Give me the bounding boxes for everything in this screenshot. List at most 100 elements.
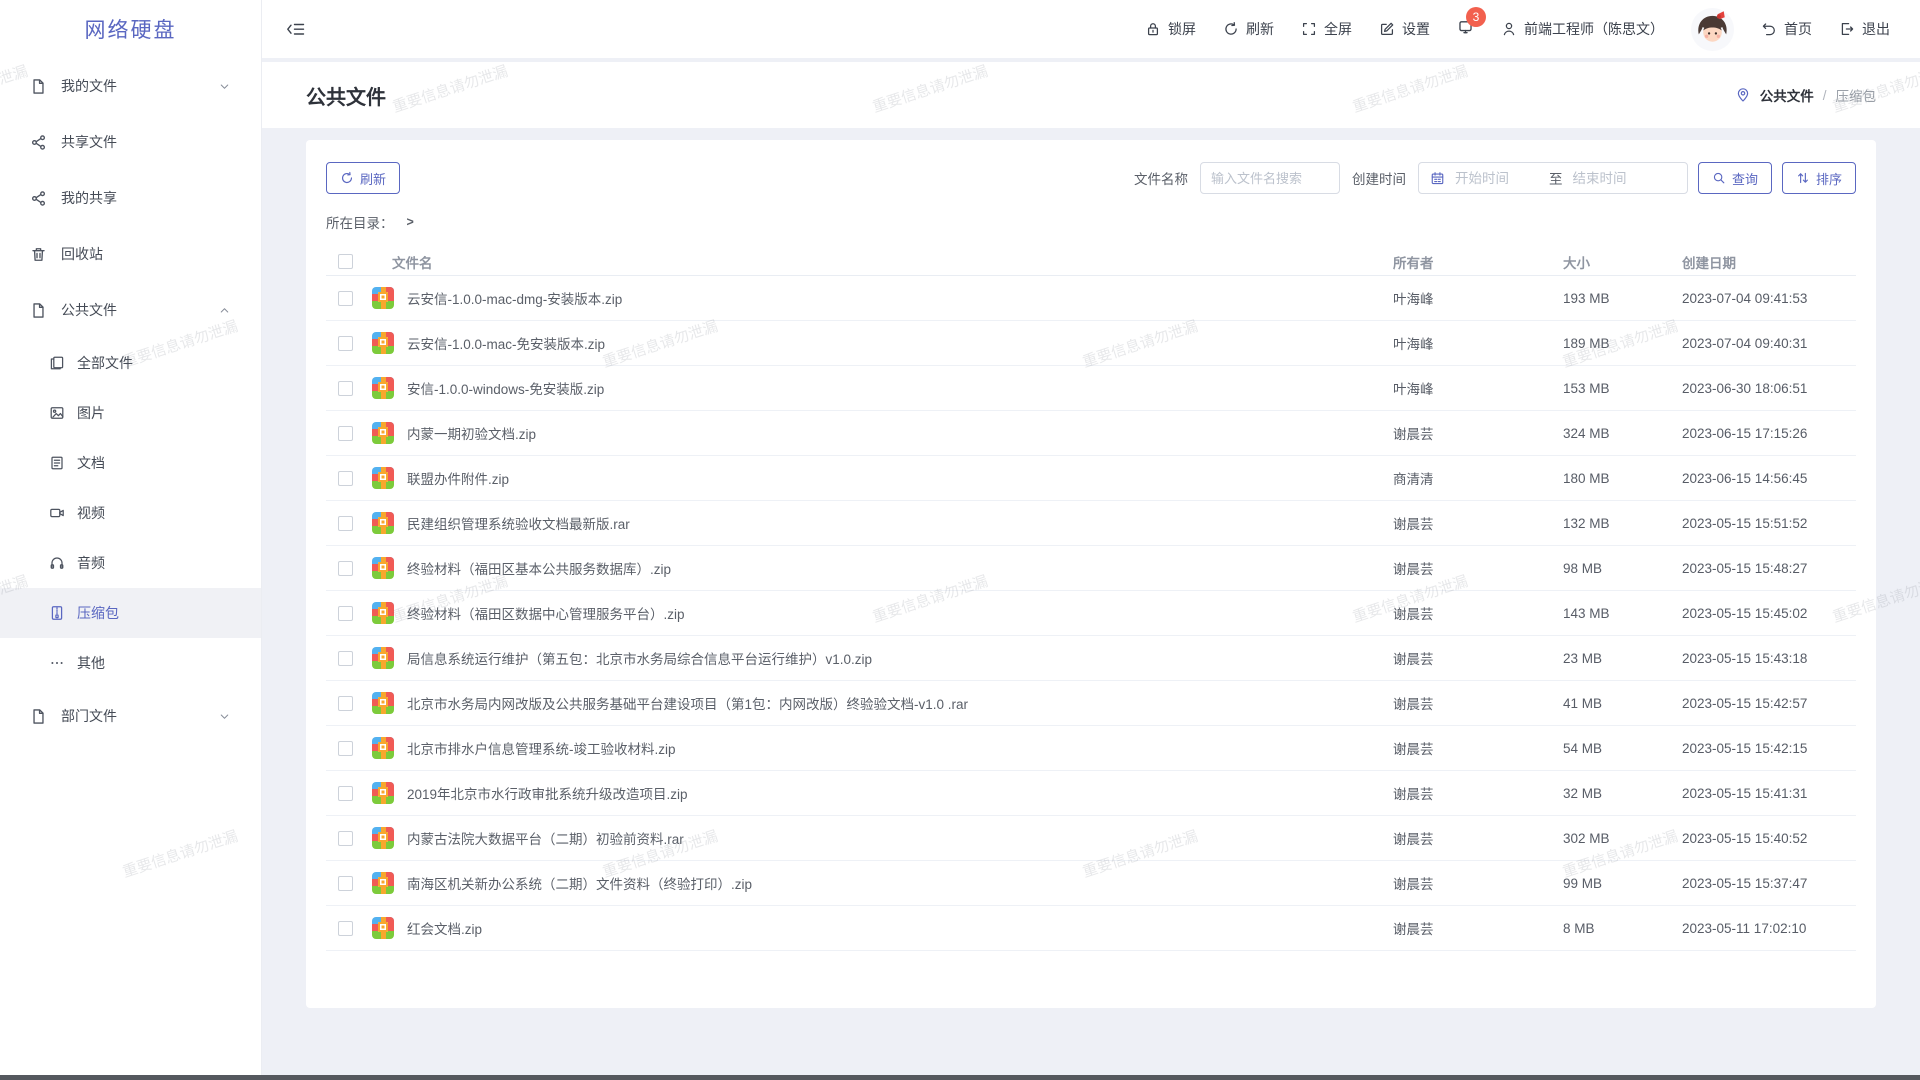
table-row[interactable]: 终验材料（福田区基本公共服务数据库）.zip谢晨芸98 MB2023-05-15… (326, 546, 1856, 591)
table-row[interactable]: 内蒙一期初验文档.zip谢晨芸324 MB2023-06-15 17:15:26 (326, 411, 1856, 456)
file-name-cell: 南海区机关新办公系统（二期）文件资料（终验打印）.zip (372, 872, 1393, 894)
current-directory: 所在目录： > (326, 212, 1856, 232)
file-owner: 叶海峰 (1393, 333, 1563, 353)
table-row[interactable]: 内蒙古法院大数据平台（二期）初验前资料.rar谢晨芸302 MB2023-05-… (326, 816, 1856, 861)
file-name-cell: 云安信-1.0.0-mac-dmg-安装版本.zip (372, 287, 1393, 309)
app-logo: 网络硬盘 (0, 0, 261, 58)
zip-file-icon (372, 467, 394, 489)
sidebar-item-others[interactable]: 其他 (0, 638, 261, 688)
notifications-button[interactable]: 3 (1457, 18, 1474, 40)
file-created-date: 2023-07-04 09:40:31 (1682, 336, 1856, 351)
row-checkbox[interactable] (338, 561, 353, 576)
query-button[interactable]: 查询 (1698, 162, 1772, 194)
fullscreen-icon (1301, 21, 1317, 37)
sidebar-item-public-files[interactable]: 公共文件 (0, 282, 261, 338)
row-checkbox[interactable] (338, 336, 353, 351)
select-all-checkbox[interactable] (338, 254, 353, 269)
sidebar-item-audio[interactable]: 音频 (0, 538, 261, 588)
sidebar-nav: 我的文件共享文件我的共享回收站公共文件全部文件图片文档视频音频压缩包其他部门文件 (0, 58, 261, 744)
doc-icon (30, 708, 47, 725)
row-checkbox[interactable] (338, 696, 353, 711)
start-date-input[interactable] (1453, 171, 1541, 186)
sidebar-item-department-files[interactable]: 部门文件 (0, 688, 261, 744)
zip-file-icon (372, 377, 394, 399)
file-size: 180 MB (1563, 471, 1682, 486)
sidebar-item-my-files[interactable]: 我的文件 (0, 58, 261, 114)
file-owner: 商清清 (1393, 468, 1563, 488)
file-toolbar: 刷新 文件名称 创建时间 至 (326, 162, 1856, 194)
sidebar-item-shared-files[interactable]: 共享文件 (0, 114, 261, 170)
row-checkbox[interactable] (338, 651, 353, 666)
sidebar-item-archives[interactable]: 压缩包 (0, 588, 261, 638)
sidebar-item-all-files[interactable]: 全部文件 (0, 338, 261, 388)
table-row[interactable]: 局信息系统运行维护（第五包：北京市水务局综合信息平台运行维护）v1.0.zip谢… (326, 636, 1856, 681)
sidebar-item-videos[interactable]: 视频 (0, 488, 261, 538)
settings-button[interactable]: 设置 (1379, 19, 1430, 39)
row-checkbox[interactable] (338, 426, 353, 441)
sidebar-item-images[interactable]: 图片 (0, 388, 261, 438)
row-checkbox[interactable] (338, 786, 353, 801)
sidebar-item-label: 文档 (77, 453, 105, 473)
chevron-up-icon (218, 304, 231, 317)
sort-button-label: 排序 (1816, 169, 1842, 188)
collapse-sidebar-icon[interactable] (285, 21, 306, 38)
filter-group: 文件名称 创建时间 至 (1132, 162, 1856, 194)
file-name: 红会文档.zip (407, 918, 482, 938)
table-row[interactable]: 云安信-1.0.0-mac-免安装版本.zip叶海峰189 MB2023-07-… (326, 321, 1856, 366)
refresh-button[interactable]: 刷新 (1223, 19, 1274, 39)
column-created: 创建日期 (1682, 252, 1856, 272)
file-size: 23 MB (1563, 651, 1682, 666)
table-row[interactable]: 民建组织管理系统验收文档最新版.rar谢晨芸132 MB2023-05-15 1… (326, 501, 1856, 546)
search-icon (1712, 171, 1726, 185)
table-row[interactable]: 北京市水务局内网改版及公共服务基础平台建设项目（第1包：内网改版）终验验文档-v… (326, 681, 1856, 726)
file-created-date: 2023-06-15 14:56:45 (1682, 471, 1856, 486)
row-checkbox[interactable] (338, 381, 353, 396)
table-row[interactable]: 南海区机关新办公系统（二期）文件资料（终验打印）.zip谢晨芸99 MB2023… (326, 861, 1856, 906)
sidebar-item-my-shares[interactable]: 我的共享 (0, 170, 261, 226)
file-name: 北京市水务局内网改版及公共服务基础平台建设项目（第1包：内网改版）终验验文档-v… (407, 693, 968, 713)
zip-file-icon (372, 422, 394, 444)
file-owner: 叶海峰 (1393, 288, 1563, 308)
user-icon (1501, 21, 1517, 37)
user-menu[interactable]: 前端工程师（陈思文） (1501, 19, 1664, 39)
table-row[interactable]: 终验材料（福田区数据中心管理服务平台）.zip谢晨芸143 MB2023-05-… (326, 591, 1856, 636)
table-row[interactable]: 安信-1.0.0-windows-免安装版.zip叶海峰153 MB2023-0… (326, 366, 1856, 411)
sort-button[interactable]: 排序 (1782, 162, 1856, 194)
sidebar-item-recycle-bin[interactable]: 回收站 (0, 226, 261, 282)
topbar: 锁屏 刷新 全屏 设置 3 前端工程师（陈思文） 首页 退出 (261, 0, 1920, 58)
breadcrumb-root[interactable]: 公共文件 (1760, 85, 1814, 105)
row-checkbox[interactable] (338, 921, 353, 936)
table-row[interactable]: 云安信-1.0.0-mac-dmg-安装版本.zip叶海峰193 MB2023-… (326, 276, 1856, 321)
refresh-button[interactable]: 刷新 (326, 162, 400, 194)
file-size: 189 MB (1563, 336, 1682, 351)
logout-button[interactable]: 退出 (1839, 19, 1890, 39)
filename-search-input[interactable] (1200, 162, 1340, 194)
row-checkbox[interactable] (338, 876, 353, 891)
lock-screen-button[interactable]: 锁屏 (1145, 19, 1196, 39)
column-filename: 文件名 (392, 256, 433, 271)
table-row[interactable]: 北京市排水户信息管理系统-竣工验收材料.zip谢晨芸54 MB2023-05-1… (326, 726, 1856, 771)
doc-icon (30, 302, 47, 319)
end-date-input[interactable] (1570, 171, 1658, 186)
table-row[interactable]: 联盟办件附件.zip商清清180 MB2023-06-15 14:56:45 (326, 456, 1856, 501)
sidebar: 网络硬盘 我的文件共享文件我的共享回收站公共文件全部文件图片文档视频音频压缩包其… (0, 0, 261, 1080)
row-checkbox[interactable] (338, 471, 353, 486)
date-range-picker[interactable]: 至 (1418, 162, 1688, 194)
user-avatar[interactable] (1691, 8, 1734, 51)
sidebar-item-label: 视频 (77, 503, 105, 523)
row-checkbox[interactable] (338, 606, 353, 621)
fullscreen-button[interactable]: 全屏 (1301, 19, 1352, 39)
row-checkbox[interactable] (338, 516, 353, 531)
row-checkbox[interactable] (338, 291, 353, 306)
refresh-icon (1223, 21, 1239, 37)
logout-label: 退出 (1862, 19, 1890, 39)
directory-root-arrow[interactable]: > (407, 215, 414, 229)
table-row[interactable]: 红会文档.zip谢晨芸8 MB2023-05-11 17:02:10 (326, 906, 1856, 951)
row-checkbox[interactable] (338, 741, 353, 756)
file-size: 143 MB (1563, 606, 1682, 621)
home-button[interactable]: 首页 (1761, 19, 1812, 39)
file-name-cell: 2019年北京市水行政审批系统升级改造项目.zip (372, 782, 1393, 804)
sidebar-item-documents[interactable]: 文档 (0, 438, 261, 488)
row-checkbox[interactable] (338, 831, 353, 846)
table-row[interactable]: 2019年北京市水行政审批系统升级改造项目.zip谢晨芸32 MB2023-05… (326, 771, 1856, 816)
